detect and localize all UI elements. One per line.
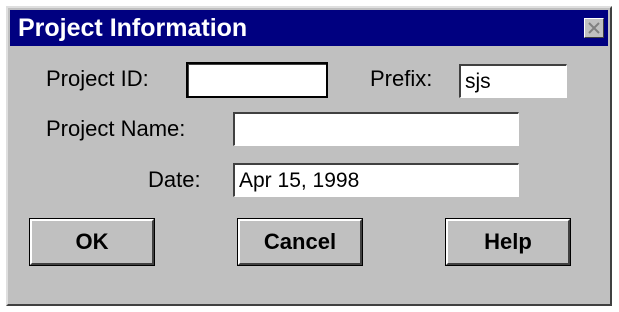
prefix-label: Prefix: [370,66,433,91]
project-id-label: Project ID: [46,66,149,91]
close-icon [588,22,600,34]
project-information-dialog: Project Information Project ID: Prefix: … [6,6,612,306]
project-name-input[interactable] [233,112,519,146]
ok-button[interactable]: OK [29,218,155,266]
prefix-input[interactable] [459,64,567,98]
close-button[interactable] [584,18,604,38]
project-id-input[interactable] [186,62,328,98]
date-label: Date: [148,167,201,192]
project-name-label: Project Name: [46,116,186,141]
dialog-title: Project Information [18,14,248,42]
cancel-button[interactable]: Cancel [237,218,363,266]
date-input[interactable] [233,163,519,197]
title-bar: Project Information [10,10,608,46]
help-button[interactable]: Help [445,218,571,266]
